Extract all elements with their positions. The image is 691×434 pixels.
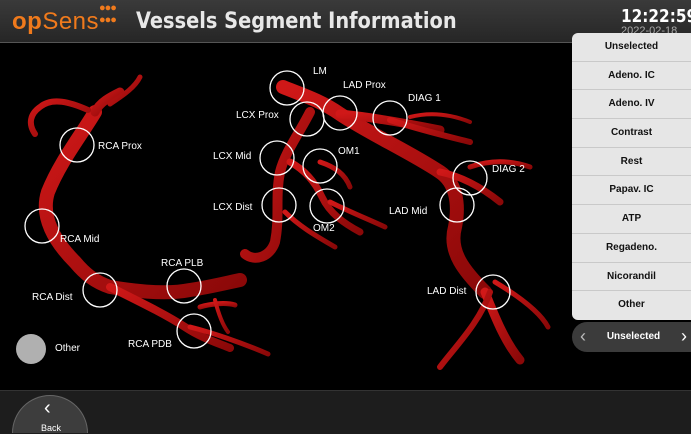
segment-label-lcx-dist: LCX Dist — [213, 202, 253, 213]
opsens-logo: opSens ●●● ●●● — [12, 2, 117, 36]
segment-label-diag1: DIAG 1 — [408, 93, 441, 104]
condition-selector: ‹ Unselected › — [572, 322, 691, 352]
menu-item-contrast[interactable]: Contrast — [572, 119, 691, 148]
menu-item-atp[interactable]: ATP — [572, 205, 691, 234]
segment-label-lad-mid: LAD Mid — [389, 206, 428, 217]
logo-dots-icon: ●●● ●●● — [99, 2, 117, 26]
segment-label-rca-plb: RCA PLB — [161, 258, 204, 269]
menu-item-papav-ic[interactable]: Papav. IC — [572, 176, 691, 206]
segment-label-lcx-mid: LCX Mid — [213, 151, 252, 162]
menu-item-nicorandil[interactable]: Nicorandil — [572, 263, 691, 292]
logo-op-text: op — [12, 8, 43, 35]
menu-item-adeno-ic[interactable]: Adeno. IC — [572, 62, 691, 91]
footer-bar — [0, 390, 691, 434]
menu-item-regadeno[interactable]: Regadeno. — [572, 234, 691, 263]
selector-value: Unselected — [606, 331, 661, 342]
segment-label-lad-prox: LAD Prox — [343, 80, 386, 91]
chevron-left-icon: ‹ — [44, 397, 51, 419]
chevron-right-icon[interactable]: › — [681, 326, 687, 347]
other-legend-label: Other — [55, 343, 81, 354]
logo-sens-text: Sens — [42, 8, 100, 35]
segment-label-rca-mid: RCA Mid — [60, 234, 100, 245]
segment-label-lm: LM — [313, 66, 327, 77]
menu-item-rest[interactable]: Rest — [572, 148, 691, 177]
condition-menu: Unselected Adeno. IC Adeno. IV Contrast … — [572, 33, 691, 320]
segment-label-om1: OM1 — [338, 146, 360, 157]
page-title: Vessels Segment Information — [136, 9, 457, 34]
segment-label-rca-pdb: RCA PDB — [128, 339, 172, 350]
chevron-left-icon[interactable]: ‹ — [580, 326, 586, 347]
segment-label-rca-prox: RCA Prox — [98, 141, 142, 152]
segment-label-rca-dist: RCA Dist — [32, 292, 73, 303]
segment-label-diag2: DIAG 2 — [492, 164, 525, 175]
menu-item-other[interactable]: Other — [572, 291, 691, 319]
clock-time: 12:22:59 — [621, 6, 691, 27]
segment-label-om2: OM2 — [313, 223, 335, 234]
other-legend-swatch[interactable] — [16, 334, 46, 364]
back-label: Back — [40, 423, 61, 433]
segment-label-lcx-prox: LCX Prox — [236, 110, 279, 121]
segment-label-lad-dist: LAD Dist — [427, 286, 467, 297]
menu-item-adeno-iv[interactable]: Adeno. IV — [572, 90, 691, 120]
menu-item-unselected[interactable]: Unselected — [572, 33, 691, 62]
